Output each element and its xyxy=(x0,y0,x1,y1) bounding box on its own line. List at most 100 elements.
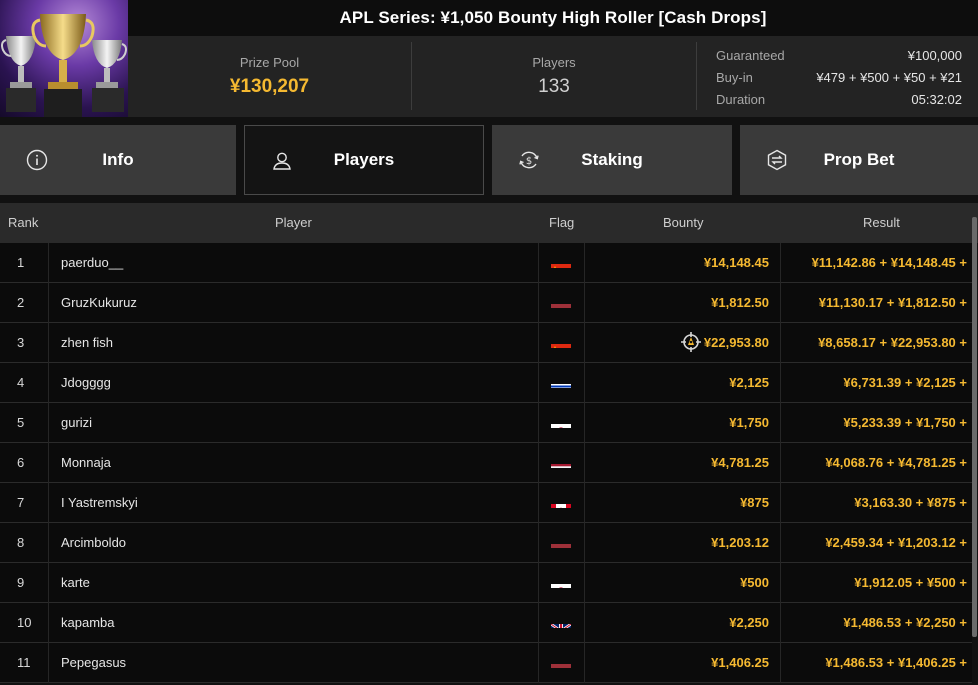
rank-cell: 2 xyxy=(0,283,49,323)
tournament-header: APL Series: ¥1,050 Bounty High Roller [C… xyxy=(0,0,978,117)
player-name-cell: zhen fish xyxy=(61,335,114,350)
detail-row-duration: Duration 05:32:02 xyxy=(716,88,962,110)
bounty-value: ¥875 xyxy=(740,495,769,510)
rank-cell: 1 xyxy=(0,243,49,283)
rank-cell: 4 xyxy=(0,363,49,403)
bounty-cell: ¥14,148.45 xyxy=(585,243,781,283)
scrollbar[interactable] xyxy=(972,217,977,637)
flag-cell xyxy=(538,523,585,563)
column-header-rank[interactable]: Rank xyxy=(8,203,38,243)
bounty-cell: ¥1,406.25 xyxy=(585,643,781,683)
user-icon xyxy=(273,152,291,170)
column-header-flag[interactable]: Flag xyxy=(549,203,574,243)
dollar-cycle-icon: $ xyxy=(519,151,539,169)
bounty-value: ¥4,781.25 xyxy=(711,455,769,470)
flag-lv-icon xyxy=(551,534,571,548)
player-name-cell: GruzKukuruz xyxy=(61,295,137,310)
player-name-cell: Jdogggg xyxy=(61,375,111,390)
flag-gb-icon xyxy=(551,614,571,628)
info-icon xyxy=(26,149,48,171)
tournament-details: Guaranteed ¥100,000 Buy-in ¥479 + ¥500 +… xyxy=(716,44,962,110)
bounty-cell: ¥1,750 xyxy=(585,403,781,443)
result-cell: ¥5,233.39 + ¥1,750 + xyxy=(843,415,967,430)
table-row[interactable]: 10 kapamba ¥2,250 ¥1,486.53 + ¥2,250 + xyxy=(0,603,972,643)
table-row[interactable]: 1 paerduo__ ¥14,148.45 ¥11,142.86 + ¥14,148… xyxy=(0,243,972,283)
bounty-value: ¥500 xyxy=(740,575,769,590)
column-header-player[interactable]: Player xyxy=(275,203,312,243)
flag-cn-icon xyxy=(551,254,571,268)
result-cell: ¥1,486.53 + ¥2,250 + xyxy=(843,615,967,630)
detail-value: 05:32:02 xyxy=(911,91,962,107)
flag-th-icon xyxy=(551,454,571,468)
rank-cell: 8 xyxy=(0,523,49,563)
bounty-value: ¥2,125 xyxy=(729,375,769,390)
players-value: 133 xyxy=(538,76,570,97)
table-row[interactable]: 8 Arcimboldo ¥1,203.12 ¥2,459.34 + ¥1,203.1… xyxy=(0,523,972,563)
bounty-cell: ¥2,250 xyxy=(585,603,781,643)
column-header-bounty[interactable]: Bounty xyxy=(663,203,703,243)
player-name-cell: karte xyxy=(61,575,90,590)
table-row[interactable]: 6 Monnaja ¥4,781.25 ¥4,068.76 + ¥4,781.25 + xyxy=(0,443,972,483)
flag-jp-icon xyxy=(551,414,571,428)
rank-cell: 3 xyxy=(0,323,49,363)
table-row[interactable]: 3 zhen fish ¥22,953.80 ¥8,658.17 + ¥22,953.… xyxy=(0,323,972,363)
result-cell: ¥6,731.39 + ¥2,125 + xyxy=(843,375,967,390)
tab-players[interactable]: Players xyxy=(244,125,484,195)
table-header: Rank Player Flag Bounty Result xyxy=(0,203,978,243)
flag-cell xyxy=(538,403,585,443)
rank-cell: 7 xyxy=(0,483,49,523)
bounty-cell: ¥22,953.80 xyxy=(585,323,781,363)
table-row[interactable]: 11 Pepegasus ¥1,406.25 ¥1,486.53 + ¥1,406.2… xyxy=(0,643,972,683)
flag-il-icon xyxy=(551,374,571,388)
bounty-cell: ¥875 xyxy=(585,483,781,523)
tournament-stats: Prize Pool ¥130,207 Players 133 Guarante… xyxy=(128,36,978,117)
tab-info[interactable]: Info xyxy=(0,125,236,195)
table-row[interactable]: 5 gurizi ¥1,750 ¥5,233.39 + ¥1,750 + xyxy=(0,403,972,443)
bounty-cell: ¥500 xyxy=(585,563,781,603)
prop-bet-icon xyxy=(767,149,787,171)
tab-staking[interactable]: $ Staking xyxy=(492,125,732,195)
column-header-result[interactable]: Result xyxy=(863,203,900,243)
player-name-cell: paerduo__ xyxy=(61,255,124,270)
result-cell: ¥3,163.30 + ¥875 + xyxy=(854,495,967,510)
trophy-icon xyxy=(1,14,127,117)
detail-row-buy-in: Buy-in ¥479 + ¥500 + ¥50 + ¥21 xyxy=(716,66,962,88)
detail-value: ¥100,000 xyxy=(907,47,962,63)
bounty-value: ¥1,203.12 xyxy=(711,535,769,550)
rank-cell: 11 xyxy=(0,643,49,683)
flag-cell xyxy=(538,563,585,603)
bounty-value: ¥2,250 xyxy=(729,615,769,630)
table-row[interactable]: 7 I Yastremskyi ¥875 ¥3,163.30 + ¥875 + xyxy=(0,483,972,523)
rank-cell: 6 xyxy=(0,443,49,483)
table-row[interactable]: 9 karte ¥500 ¥1,912.05 + ¥500 + xyxy=(0,563,972,603)
players-label: Players xyxy=(532,55,576,70)
player-name-cell: Monnaja xyxy=(61,455,111,470)
result-cell: ¥2,459.34 + ¥1,203.12 + xyxy=(825,535,967,550)
flag-cell xyxy=(538,483,585,523)
tab-prop-bet[interactable]: Prop Bet xyxy=(740,125,978,195)
bounty-value: ¥14,148.45 xyxy=(703,255,769,270)
detail-key: Guaranteed xyxy=(716,47,785,63)
bounty-cell: ¥4,781.25 xyxy=(585,443,781,483)
result-cell: ¥11,130.17 + ¥1,812.50 + xyxy=(818,295,967,310)
player-name-cell: Pepegasus xyxy=(61,655,127,670)
player-name-cell: gurizi xyxy=(61,415,93,430)
target-icon xyxy=(680,332,701,353)
tab-bar: Info Players $ Staking Prop Bet xyxy=(0,125,978,195)
trophy-image xyxy=(0,0,128,117)
rank-cell: 10 xyxy=(0,603,49,643)
bounty-value: ¥1,750 xyxy=(729,415,769,430)
table-row[interactable]: 2 GruzKukuruz ¥1,812.50 ¥11,130.17 + ¥1,812… xyxy=(0,283,972,323)
result-cell: ¥1,486.53 + ¥1,406.25 + xyxy=(825,655,967,670)
flag-cell xyxy=(538,443,585,483)
bounty-value: ¥1,812.50 xyxy=(711,295,769,310)
bounty-value: ¥22,953.80 xyxy=(703,335,769,350)
players-table: Rank Player Flag Bounty Result 1 paerduo_… xyxy=(0,203,978,685)
flag-lv-icon xyxy=(551,654,571,668)
table-row[interactable]: 4 Jdogggg ¥2,125 ¥6,731.39 + ¥2,125 + xyxy=(0,363,972,403)
flag-ca-icon xyxy=(551,494,571,508)
prize-pool-label: Prize Pool xyxy=(239,55,300,70)
rank-cell: 5 xyxy=(0,403,49,443)
detail-key: Duration xyxy=(716,91,766,107)
detail-key: Buy-in xyxy=(716,69,753,85)
